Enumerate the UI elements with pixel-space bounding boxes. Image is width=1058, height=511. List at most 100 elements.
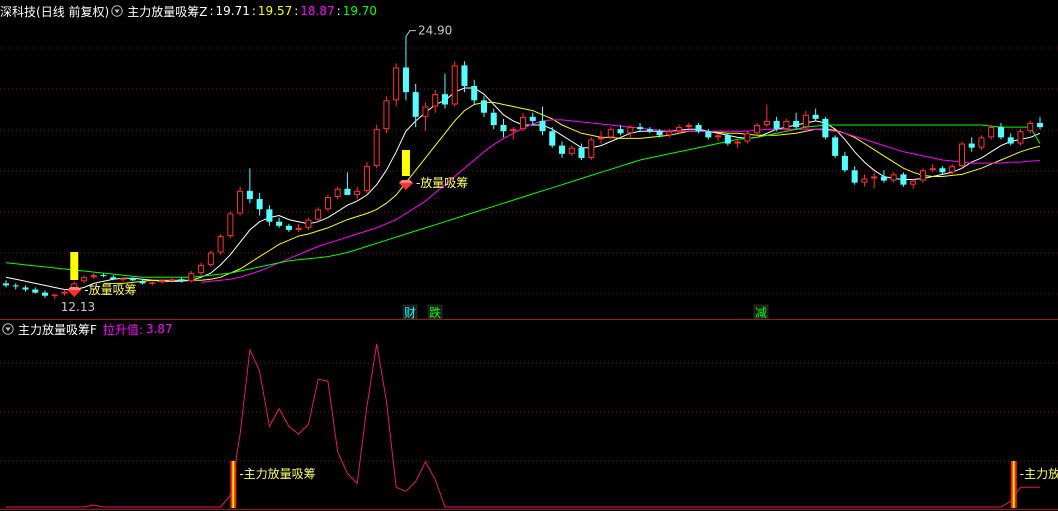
candle-body-up (324, 197, 331, 210)
candle-body-down (256, 199, 263, 210)
candle-body-up (910, 180, 917, 185)
candle-body-up (432, 94, 439, 107)
candle-body-down (617, 129, 624, 134)
candle-body-up (159, 280, 166, 283)
candle-body-up (871, 176, 878, 179)
candle-body-down (139, 281, 146, 284)
candle-body-down (939, 168, 946, 173)
candle-body-up (988, 127, 995, 138)
candle-body-up (61, 291, 68, 294)
candle-body-up (217, 236, 224, 253)
candle-body-up (168, 279, 175, 281)
signal-bar (70, 252, 79, 280)
candle-body-down (2, 283, 10, 286)
candle-body-up (149, 282, 156, 284)
candle-body-down (793, 120, 800, 128)
candle-body-up (198, 264, 205, 274)
candle-body-up (568, 147, 575, 154)
candle-body-up (715, 135, 722, 138)
candle-body-up (519, 116, 527, 130)
chart-area[interactable]: 24.90 12.13 -放量吸筹 -放量吸筹财跌 减 -主力放量吸筹 -主力放量吸筹 (0, 0, 1058, 511)
candle-body-down (412, 92, 419, 117)
candle-body-down (480, 100, 488, 113)
signal-bar-yellow (1012, 461, 1015, 508)
candle-body-up (188, 273, 195, 282)
candle-body-down (549, 131, 556, 146)
candle-body-down (129, 278, 136, 281)
candle-body-down (41, 292, 49, 296)
max-price-label: 24.90 (418, 24, 452, 38)
candle-body-down (344, 188, 351, 195)
sub-signal-label: -主力放量吸筹 (1020, 466, 1058, 481)
candle-body-down (529, 116, 536, 121)
candle-body-down (178, 279, 185, 282)
signal-bar (401, 150, 410, 176)
candle-body-down (490, 112, 497, 126)
candle-body-down (724, 135, 731, 144)
signal-bar-yellow (232, 461, 235, 508)
signal-gem-top (67, 287, 82, 290)
candle-body-up (754, 125, 761, 134)
candle-body-down (441, 94, 448, 105)
candle-body-up (802, 114, 809, 128)
candle-body-up (295, 227, 302, 230)
candle-body-up (1017, 131, 1024, 144)
candle-body-down (1036, 122, 1044, 128)
candle-body-up (890, 174, 897, 181)
candle-body-down (402, 67, 409, 93)
signal-bar-red (1014, 461, 1017, 508)
candle-body-down (100, 275, 107, 277)
candle-body-up (90, 275, 97, 278)
candle-body-down (246, 190, 253, 200)
candle-body-up (510, 129, 517, 132)
candle-body-up (207, 252, 214, 265)
candle-body-up (958, 143, 965, 167)
sub-signal-label: -主力放量吸筹 (239, 466, 315, 481)
event-mark: 财 (404, 306, 416, 320)
candle-body-down (637, 127, 644, 130)
candle-body-up (120, 278, 127, 280)
candle-body-up (598, 137, 605, 140)
candle-body-down (822, 118, 829, 138)
candle-body-up (978, 137, 985, 148)
signal-gem-top (398, 180, 413, 183)
candle-body-up (422, 106, 429, 117)
signal-bar-red (230, 461, 233, 508)
candle-body-down (285, 225, 292, 230)
candle-body-up (666, 131, 673, 136)
event-mark: 跌 (429, 305, 441, 320)
candle-body-up (51, 294, 58, 297)
min-price-label: 12.13 (61, 300, 95, 314)
signal-bar-red (1010, 461, 1013, 508)
candle-body-down (539, 120, 546, 132)
candle-body-up (393, 67, 400, 101)
candle-body-down (880, 176, 887, 181)
max-label-pointer (405, 30, 416, 37)
candle-body-up (627, 127, 634, 134)
candle-body-up (315, 209, 322, 220)
candle-body-down (12, 285, 19, 287)
candle-body-up (237, 190, 244, 214)
candle-body-up (744, 133, 751, 142)
candle-body-up (949, 166, 956, 173)
candle-body-down (812, 114, 819, 119)
candle-body-up (919, 170, 926, 181)
candle-body-down (110, 277, 117, 280)
candle-body-up (607, 129, 614, 138)
candle-body-up (685, 125, 692, 128)
candle-body-down (900, 174, 907, 185)
candle-body-down (276, 221, 283, 226)
signal-gem-icon (67, 290, 82, 297)
candle-body-up (451, 65, 458, 105)
candle-body-up (783, 120, 790, 130)
candle-body-up (373, 129, 380, 167)
event-mark: 减 (755, 306, 767, 320)
candle-body-down (656, 131, 663, 136)
candle-body-up (363, 166, 370, 191)
candle-body-down (461, 65, 468, 86)
candle-body-down (32, 289, 39, 293)
candle-body-down (646, 129, 653, 132)
ma-green-line (5, 124, 1041, 278)
candle-body-down (471, 85, 478, 101)
signal-label: -放量吸筹 (416, 175, 468, 190)
